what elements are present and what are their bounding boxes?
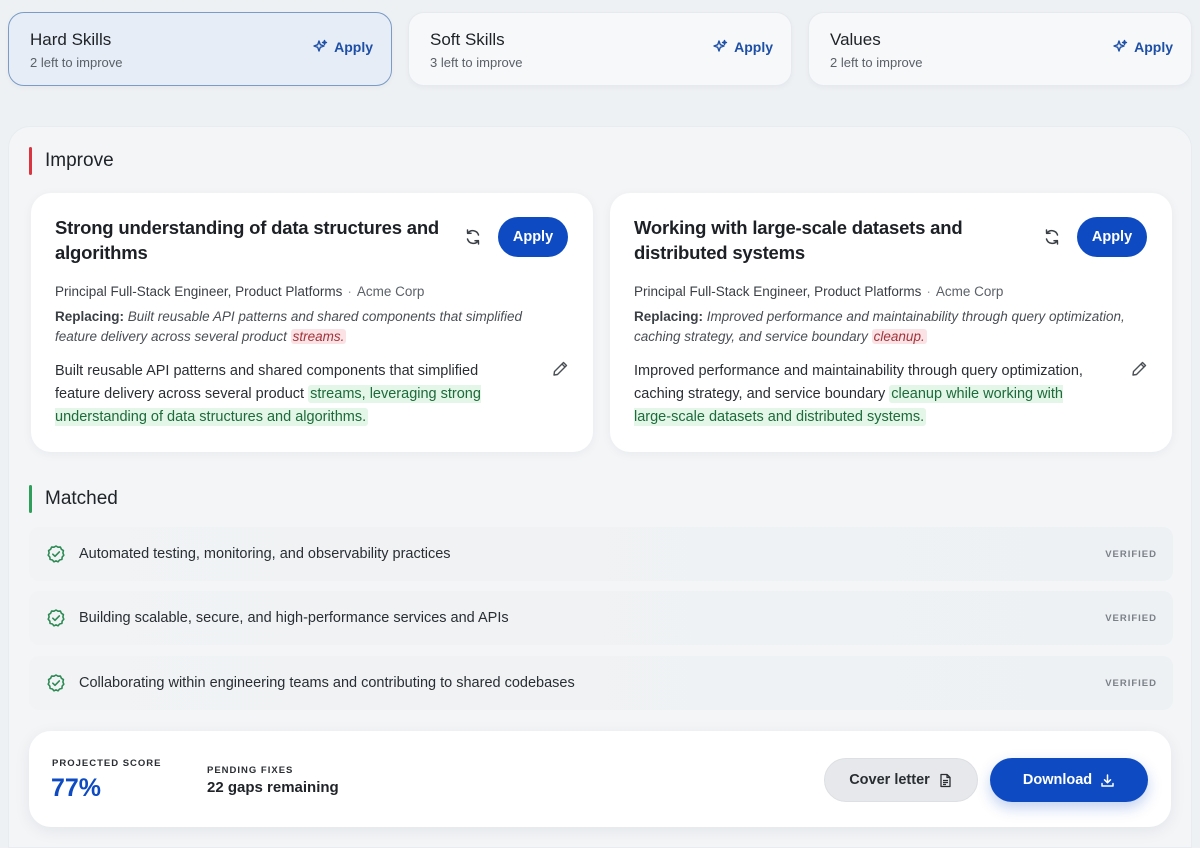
tab-apply-label: Apply bbox=[1134, 39, 1173, 55]
company-name: Acme Corp bbox=[356, 284, 425, 299]
refresh-icon[interactable] bbox=[463, 227, 483, 247]
check-circle-icon bbox=[47, 545, 65, 563]
verified-badge: VERIFIED bbox=[1105, 612, 1157, 624]
matched-item-text: Collaborating within engineering teams a… bbox=[79, 675, 575, 691]
verified-badge: VERIFIED bbox=[1105, 548, 1157, 560]
suggested-text: Improved performance and maintainability… bbox=[634, 360, 1104, 429]
improve-card: Working with large-scale datasets and di… bbox=[610, 193, 1172, 452]
tab-apply-button[interactable]: Apply bbox=[712, 39, 773, 55]
section-title: Improve bbox=[45, 150, 114, 171]
section-accent-bar bbox=[29, 147, 32, 175]
card-title: Strong understanding of data structures … bbox=[55, 217, 440, 263]
replacing-text: Replacing: Improved performance and main… bbox=[634, 307, 1134, 347]
tab-title: Values bbox=[830, 30, 881, 49]
sparkle-icon bbox=[1113, 39, 1128, 52]
tab-subtitle: 3 left to improve bbox=[430, 55, 523, 70]
matched-item: Building scalable, secure, and high-perf… bbox=[29, 591, 1173, 645]
apply-button[interactable]: Apply bbox=[498, 217, 568, 257]
cover-letter-label: Cover letter bbox=[849, 772, 930, 788]
tab-subtitle: 2 left to improve bbox=[30, 55, 123, 70]
replacing-text: Replacing: Built reusable API patterns a… bbox=[55, 307, 555, 347]
verified-badge: VERIFIED bbox=[1105, 677, 1157, 689]
tab-title: Soft Skills bbox=[430, 30, 505, 49]
refresh-icon[interactable] bbox=[1042, 227, 1062, 247]
score-action-bar: PROJECTED SCORE 77% PENDING FIXES 22 gap… bbox=[29, 731, 1171, 827]
projected-score-label: PROJECTED SCORE bbox=[52, 758, 162, 769]
card-meta: Principal Full-Stack Engineer, Product P… bbox=[55, 284, 424, 299]
pencil-icon[interactable] bbox=[552, 360, 569, 377]
improve-card: Strong understanding of data structures … bbox=[31, 193, 593, 452]
pending-fixes-label: PENDING FIXES bbox=[207, 765, 294, 776]
tab-apply-label: Apply bbox=[734, 39, 773, 55]
apply-button[interactable]: Apply bbox=[1077, 217, 1147, 257]
suggested-text: Built reusable API patterns and shared c… bbox=[55, 360, 525, 429]
document-icon bbox=[940, 773, 951, 787]
download-icon bbox=[1101, 773, 1114, 787]
section-title: Matched bbox=[45, 488, 118, 509]
projected-score-value: 77% bbox=[51, 774, 102, 802]
matched-item: Automated testing, monitoring, and obser… bbox=[29, 527, 1173, 581]
tab-values[interactable]: Values 2 left to improve Apply bbox=[808, 12, 1192, 86]
tab-soft-skills[interactable]: Soft Skills 3 left to improve Apply bbox=[408, 12, 792, 86]
replacing-label: Replacing: bbox=[634, 309, 704, 324]
tab-apply-button[interactable]: Apply bbox=[1112, 39, 1173, 55]
matched-section-header: Matched bbox=[29, 485, 118, 513]
matched-item-text: Automated testing, monitoring, and obser… bbox=[79, 546, 451, 562]
tab-title: Hard Skills bbox=[30, 30, 112, 49]
card-title: Working with large-scale datasets and di… bbox=[634, 217, 963, 263]
tab-apply-button[interactable]: Apply bbox=[312, 39, 373, 55]
removed-highlight: streams. bbox=[290, 329, 347, 344]
removed-highlight: cleanup. bbox=[871, 329, 927, 344]
pending-fixes-value: 22 gaps remaining bbox=[207, 779, 339, 796]
role-title: Principal Full-Stack Engineer, Product P… bbox=[55, 284, 343, 299]
check-circle-icon bbox=[47, 674, 65, 692]
tab-apply-label: Apply bbox=[334, 39, 373, 55]
cover-letter-button[interactable]: Cover letter bbox=[824, 758, 978, 802]
section-accent-bar bbox=[29, 485, 32, 513]
sparkle-icon bbox=[713, 39, 728, 52]
skill-category-tabs: Hard Skills 2 left to improve Apply Soft… bbox=[8, 12, 1192, 86]
matched-item-text: Building scalable, secure, and high-perf… bbox=[79, 610, 509, 626]
check-circle-icon bbox=[47, 609, 65, 627]
improve-section-header: Improve bbox=[29, 147, 114, 175]
meta-separator: · bbox=[347, 284, 352, 299]
replacing-label: Replacing: bbox=[55, 309, 125, 324]
matched-item: Collaborating within engineering teams a… bbox=[29, 656, 1173, 710]
download-label: Download bbox=[1022, 772, 1093, 788]
meta-separator: · bbox=[926, 284, 931, 299]
pencil-icon[interactable] bbox=[1131, 360, 1148, 377]
card-meta: Principal Full-Stack Engineer, Product P… bbox=[634, 284, 1003, 299]
role-title: Principal Full-Stack Engineer, Product P… bbox=[634, 284, 922, 299]
sparkle-icon bbox=[313, 39, 328, 52]
download-button[interactable]: Download bbox=[990, 758, 1148, 802]
replacing-original: Built reusable API patterns and shared c… bbox=[55, 309, 523, 344]
tab-hard-skills[interactable]: Hard Skills 2 left to improve Apply bbox=[8, 12, 392, 86]
company-name: Acme Corp bbox=[935, 284, 1004, 299]
tab-subtitle: 2 left to improve bbox=[830, 55, 923, 70]
